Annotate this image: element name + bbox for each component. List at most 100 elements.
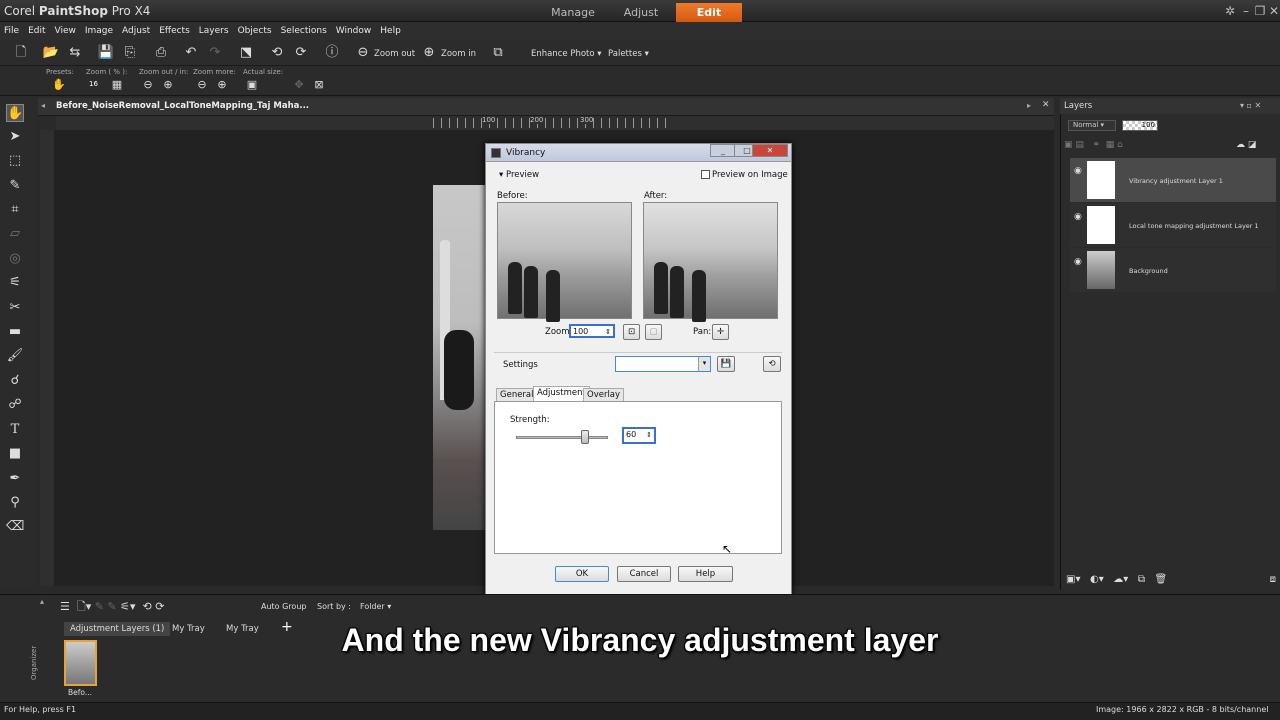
pan-button[interactable]: ✛ <box>712 324 729 340</box>
scratch-remover-icon[interactable]: ▬ <box>6 323 24 341</box>
menu-help[interactable]: Help <box>380 26 401 36</box>
document-tab[interactable]: Before_NoiseRemoval_LocalToneMapping_Taj… <box>56 101 309 111</box>
pick-tool-icon[interactable]: ➤ <box>6 128 24 146</box>
menu-edit[interactable]: Edit <box>28 26 45 36</box>
copy-icon[interactable]: ⧉ <box>489 44 507 62</box>
rotate-left-icon[interactable]: ⟲ <box>268 44 286 62</box>
palettes-menu[interactable]: Palettes ▾ <box>608 49 649 59</box>
selection-tool-icon[interactable]: ⬚ <box>6 152 24 170</box>
layer-visibility-icon[interactable]: ◉ <box>1074 257 1082 267</box>
zoom-in-button[interactable]: Zoom in <box>441 49 476 59</box>
print-icon[interactable]: ⎙ <box>152 44 170 62</box>
actual-size-icon[interactable]: ▣ <box>245 78 259 92</box>
text-tool-icon[interactable]: T <box>6 421 24 439</box>
crop-tool-icon[interactable]: ⌗ <box>6 201 24 219</box>
collapse-left-icon[interactable]: ◂ <box>41 101 45 110</box>
zoom-more-out-icon[interactable]: ⊖ <box>195 78 209 92</box>
scroll-tabs-icon[interactable]: ▸ <box>1027 101 1031 110</box>
save-as-icon[interactable]: ⎘ <box>121 44 139 62</box>
tab-general[interactable]: General <box>496 388 538 402</box>
fit-window-icon[interactable]: ⊠ <box>312 78 326 92</box>
strength-slider-track[interactable] <box>516 436 608 439</box>
zoom-in-icon[interactable]: ⊕ <box>420 44 438 62</box>
dialog-close-icon[interactable]: ✕ <box>752 144 788 157</box>
zoom-more-in-icon[interactable]: ⊕ <box>215 78 229 92</box>
enhance-photo-menu[interactable]: Enhance Photo ▾ <box>531 49 602 59</box>
pan-tool-icon[interactable]: ✋ <box>6 104 24 122</box>
zoom-spinner-icon[interactable]: ▦ <box>110 78 124 92</box>
layer-name[interactable]: Local tone mapping adjustment Layer 1 <box>1129 222 1259 230</box>
fit-icon[interactable]: ✥ <box>292 78 306 92</box>
organizer-collapse-icon[interactable]: ▴ <box>40 597 44 606</box>
opacity-field[interactable]: 100 <box>1122 120 1158 131</box>
makeover-tool-icon[interactable]: ⚟ <box>6 274 24 292</box>
cancel-button[interactable]: Cancel <box>617 566 671 582</box>
dialog-minimize-icon[interactable]: _ <box>710 144 736 157</box>
menu-layers[interactable]: Layers <box>199 26 229 36</box>
rotate-right-icon[interactable]: ⟳ <box>292 44 310 62</box>
red-eye-tool-icon[interactable]: ◎ <box>6 250 24 268</box>
zoom-spinner[interactable]: 100 ⇕ <box>569 324 615 338</box>
layer-name[interactable]: Vibrancy adjustment Layer 1 <box>1129 177 1223 185</box>
info-icon[interactable]: ⓘ <box>323 44 341 62</box>
dropper-tool-icon[interactable]: ✎ <box>6 177 24 195</box>
paint-brush-icon[interactable]: 🖌 <box>6 347 24 365</box>
layer-visibility-icon[interactable]: ◉ <box>1074 166 1082 176</box>
menu-objects[interactable]: Objects <box>238 26 272 36</box>
auto-group-button[interactable]: Auto Group <box>261 602 306 611</box>
ok-button[interactable]: OK <box>555 566 609 582</box>
dodge-tool-icon[interactable]: ☌ <box>6 372 24 390</box>
preview-on-image-checkbox[interactable] <box>701 170 710 179</box>
eraser-tool-icon[interactable]: ⌫ <box>6 518 24 536</box>
strength-input[interactable]: 60 ⇕ <box>622 427 656 444</box>
save-icon[interactable]: 💾 <box>97 44 115 62</box>
menu-view[interactable]: View <box>55 26 76 36</box>
zoom-out-small-icon[interactable]: ⊖ <box>141 78 155 92</box>
hand-preset-icon[interactable]: ✋ <box>52 78 66 92</box>
settings-icon[interactable]: ✲ <box>1222 4 1238 18</box>
menu-effects[interactable]: Effects <box>159 26 190 36</box>
preview-toggle[interactable]: ▾ Preview <box>499 170 539 180</box>
folder-dropdown[interactable]: Folder ▾ <box>360 602 391 611</box>
proof-icon[interactable]: ⊡ <box>623 324 640 340</box>
tab-overlay[interactable]: Overlay <box>583 388 625 402</box>
tab-adjust[interactable]: Adjust <box>608 3 674 22</box>
menu-file[interactable]: File <box>4 26 19 36</box>
zoom-out-button[interactable]: Zoom out <box>374 49 415 59</box>
smudge-tool-icon[interactable]: ☍ <box>6 396 24 414</box>
tab-manage[interactable]: Manage <box>540 3 606 22</box>
blend-mode-dropdown[interactable]: Normal ▾ <box>1068 120 1116 131</box>
redo-icon[interactable]: ↷ <box>206 44 224 62</box>
crop-to-selection-icon[interactable]: ⬔ <box>237 44 255 62</box>
tab-edit[interactable]: Edit <box>676 3 742 22</box>
zoom-in-small-icon[interactable]: ⊕ <box>161 78 175 92</box>
open-folder-icon[interactable]: 📂 <box>42 44 60 62</box>
reset-icon[interactable]: ⟲ <box>763 356 781 372</box>
browse-icon[interactable]: ⇆ <box>66 44 84 62</box>
tab-adjustment[interactable]: Adjustment <box>533 386 590 402</box>
panel-menu-icon[interactable]: ▾ ▫ ✕ <box>1240 101 1261 110</box>
warp-brush-icon[interactable]: ⚲ <box>6 494 24 512</box>
layer-name[interactable]: Background <box>1129 267 1168 275</box>
menu-selections[interactable]: Selections <box>281 26 327 36</box>
zoom-out-icon[interactable]: ⊖ <box>354 44 372 62</box>
shape-tool-icon[interactable]: ■ <box>6 445 24 463</box>
help-button[interactable]: Help <box>678 566 733 582</box>
menu-window[interactable]: Window <box>336 26 372 36</box>
strength-slider-thumb[interactable] <box>581 430 589 444</box>
menu-adjust[interactable]: Adjust <box>122 26 150 36</box>
mask-icon[interactable]: ☁ ◪ <box>1236 140 1256 150</box>
menu-image[interactable]: Image <box>85 26 113 36</box>
straighten-tool-icon[interactable]: ▱ <box>6 225 24 243</box>
new-file-icon[interactable]: 🗋 <box>12 44 30 62</box>
close-document-icon[interactable]: ✕ <box>1042 100 1050 110</box>
pen-tool-icon[interactable]: ✒ <box>6 470 24 488</box>
fit-preview-icon[interactable]: ▢ <box>645 324 662 340</box>
clone-tool-icon[interactable]: ✂ <box>6 299 24 317</box>
save-preset-icon[interactable]: 💾 <box>717 356 735 372</box>
close-icon[interactable]: ✕ <box>1266 4 1280 18</box>
zoom-percent-value[interactable]: 16 <box>89 80 98 88</box>
settings-dropdown[interactable]: ▾ <box>615 356 711 372</box>
undo-icon[interactable]: ↶ <box>182 44 200 62</box>
layer-visibility-icon[interactable]: ◉ <box>1074 212 1082 222</box>
